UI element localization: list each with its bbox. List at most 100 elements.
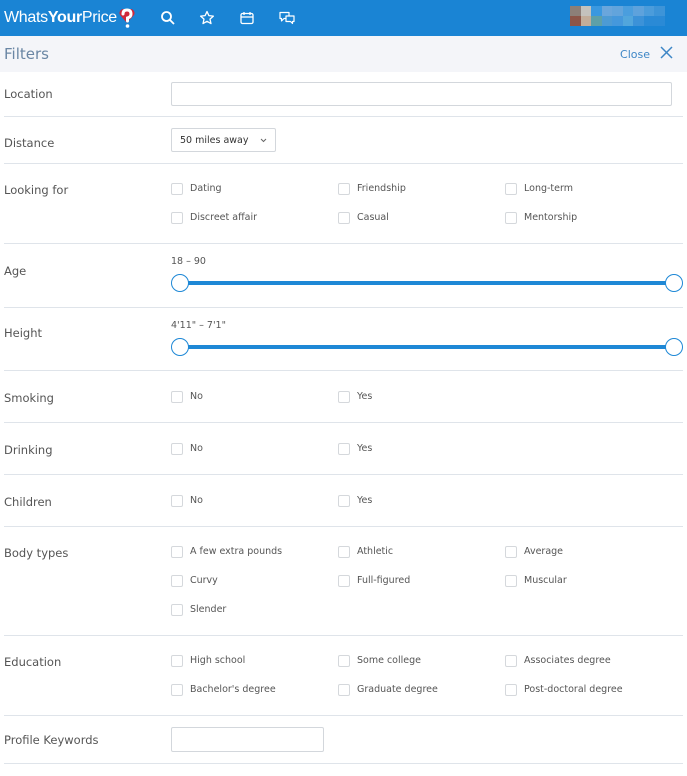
logo-text-price: Price [81,9,117,26]
checkbox-label: Slender [190,604,227,615]
checkbox-box[interactable] [338,494,350,507]
checkbox-label: Casual [357,212,389,223]
height-slider[interactable] [171,338,683,356]
calendar-icon[interactable] [237,8,257,28]
checkbox-mentorship[interactable]: Mentorship [505,211,672,224]
checkbox-box[interactable] [505,654,517,667]
checkbox-full-figured[interactable]: Full-figured [338,574,505,587]
checkbox-box[interactable] [338,574,350,587]
checkbox-box[interactable] [171,494,183,507]
age-slider-min-handle[interactable] [171,274,189,292]
checkbox-box[interactable] [171,390,183,403]
age-slider-max-handle[interactable] [665,274,683,292]
distance-selected-value: 50 miles away [180,134,249,146]
checkbox-box[interactable] [171,442,183,455]
checkbox-label: Bachelor's degree [190,684,276,695]
checkbox-casual[interactable]: Casual [338,211,505,224]
chat-icon[interactable] [277,8,297,28]
checkbox-muscular[interactable]: Muscular [505,574,672,587]
checkbox-graduate-degree[interactable]: Graduate degree [338,683,505,696]
checkbox-post-doctoral-degree[interactable]: Post-doctoral degree [505,683,672,696]
checkbox-discreet-affair[interactable]: Discreet affair [171,211,338,224]
distance-select[interactable]: 50 miles away [171,128,276,152]
search-icon[interactable] [158,8,178,28]
checkbox-box[interactable] [338,545,350,558]
checkbox-box[interactable] [171,545,183,558]
checkbox-label: Long-term [524,183,573,194]
distance-row: Distance 50 miles away [4,117,683,164]
checkbox-children-no[interactable]: No [171,494,338,507]
checkbox-box[interactable] [338,182,350,195]
checkbox-drinking-no[interactable]: No [171,442,338,455]
checkbox-box[interactable] [171,211,183,224]
checkbox-box[interactable] [338,654,350,667]
close-label: Close [620,47,650,61]
checkbox-friendship[interactable]: Friendship [338,182,505,195]
filters-header: Filters Close [0,36,687,72]
smoking-row: Smoking No Yes [4,371,683,423]
looking-for-label: Looking for [4,183,69,197]
checkbox-children-yes[interactable]: Yes [338,494,505,507]
logo[interactable]: Whats Your Price [4,7,136,29]
checkbox-box[interactable] [171,603,183,616]
checkbox-long-term[interactable]: Long-term [505,182,672,195]
checkbox-smoking-no[interactable]: No [171,390,338,403]
checkbox-slender[interactable]: Slender [171,603,338,616]
checkbox-average[interactable]: Average [505,545,672,558]
keywords-input[interactable] [171,727,324,752]
checkbox-box[interactable] [338,442,350,455]
checkbox-label: A few extra pounds [190,546,283,557]
checkbox-box[interactable] [505,574,517,587]
checkbox-box[interactable] [171,683,183,696]
checkbox-dating[interactable]: Dating [171,182,338,195]
drinking-label: Drinking [4,442,53,457]
checkbox-drinking-yes[interactable]: Yes [338,442,505,455]
checkbox-label: No [190,391,203,402]
children-label: Children [4,494,52,509]
checkbox-label: Yes [357,391,373,402]
checkbox-label: Post-doctoral degree [524,684,623,695]
age-label: Age [4,264,27,278]
checkbox-label: Graduate degree [357,684,438,695]
checkbox-box[interactable] [171,654,183,667]
checkbox-box[interactable] [171,182,183,195]
checkbox-box[interactable] [505,182,517,195]
age-slider[interactable] [171,274,683,292]
checkbox-label: Associates degree [524,655,611,666]
age-slider-track [181,281,675,285]
checkbox-high-school[interactable]: High school [171,654,338,667]
checkbox-bachelors-degree[interactable]: Bachelor's degree [171,683,338,696]
children-row: Children No Yes [4,475,683,527]
body-types-label: Body types [4,546,69,560]
user-avatar[interactable] [570,6,665,26]
age-row: Age 18 – 90 [4,244,683,308]
star-icon[interactable] [197,8,217,28]
checkbox-associates-degree[interactable]: Associates degree [505,654,672,667]
checkbox-box[interactable] [505,545,517,558]
height-slider-max-handle[interactable] [665,338,683,356]
drinking-row: Drinking No Yes [4,423,683,475]
checkbox-smoking-yes[interactable]: Yes [338,390,505,403]
checkbox-label: Some college [357,655,421,666]
checkbox-box[interactable] [171,574,183,587]
checkbox-label: High school [190,655,246,666]
looking-for-row: Looking for Dating Friendship Long-term … [4,164,683,244]
checkbox-label: Dating [190,183,222,194]
checkbox-curvy[interactable]: Curvy [171,574,338,587]
checkbox-some-college[interactable]: Some college [338,654,505,667]
checkbox-box[interactable] [505,211,517,224]
checkbox-label: Discreet affair [190,212,257,223]
checkbox-label: Average [524,546,564,557]
checkbox-box[interactable] [505,683,517,696]
location-label: Location [4,87,53,101]
checkbox-box[interactable] [338,390,350,403]
height-slider-min-handle[interactable] [171,338,189,356]
close-button[interactable]: Close [620,46,673,62]
checkbox-label: Yes [357,495,373,506]
keywords-label: Profile Keywords [4,732,99,747]
checkbox-athletic[interactable]: Athletic [338,545,505,558]
checkbox-a-few-extra-pounds[interactable]: A few extra pounds [171,545,338,558]
checkbox-box[interactable] [338,683,350,696]
location-input[interactable] [171,82,672,106]
checkbox-box[interactable] [338,211,350,224]
